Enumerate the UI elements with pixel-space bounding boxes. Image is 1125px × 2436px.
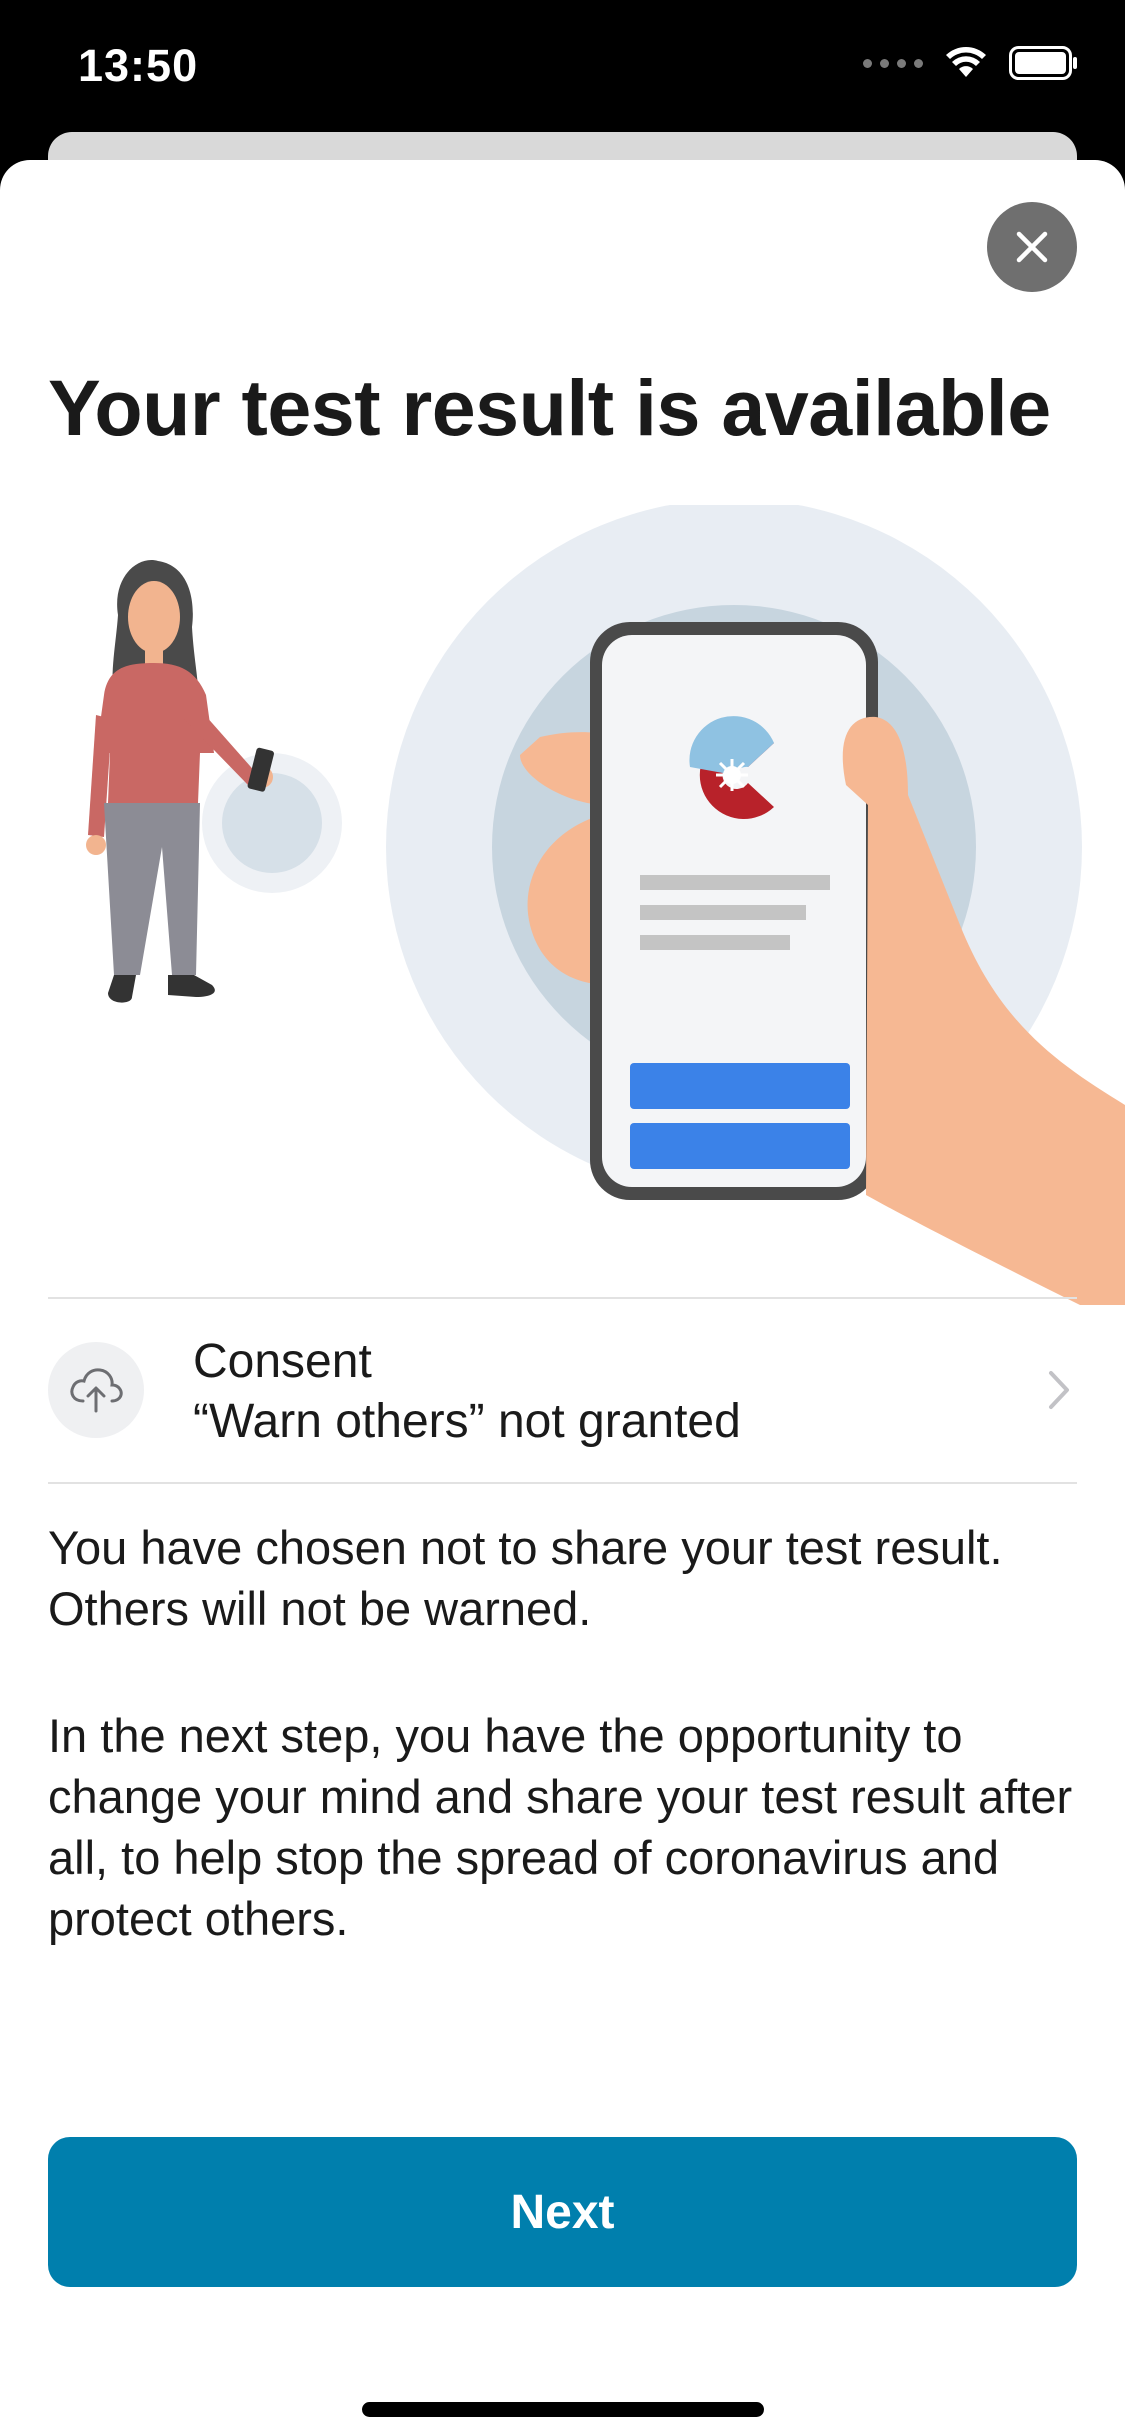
next-button[interactable]: Next <box>48 2137 1077 2287</box>
chevron-right-icon <box>1049 1371 1069 1409</box>
battery-icon <box>1009 46 1077 80</box>
consent-row[interactable]: Consent “Warn others” not granted <box>0 1300 1125 1480</box>
status-bar: 13:50 <box>0 0 1125 140</box>
consent-status: “Warn others” not granted <box>193 1395 741 1448</box>
consent-title: Consent <box>193 1335 372 1388</box>
divider-bottom <box>48 1482 1077 1484</box>
close-icon <box>1016 231 1048 263</box>
wifi-icon <box>946 47 986 77</box>
test-result-sheet: Your test result is available Consent “W… <box>0 160 1125 2436</box>
body-paragraph-1: You have chosen not to share your test r… <box>48 1521 1003 1635</box>
phone-illustration <box>590 622 878 1200</box>
body-paragraph-2: In the next step, you have the opportuni… <box>48 1709 1073 1945</box>
divider-top <box>48 1297 1077 1299</box>
share-result-illustration <box>86 505 1125 1305</box>
status-time: 13:50 <box>78 40 199 91</box>
status-icons <box>863 46 1079 80</box>
page-title: Your test result is available <box>48 363 1051 452</box>
cloud-upload-icon <box>70 1368 123 1413</box>
close-button[interactable] <box>987 202 1077 292</box>
signal-icon <box>863 58 923 68</box>
consent-icon-badge <box>48 1342 144 1438</box>
woman-figure <box>86 560 274 1003</box>
home-indicator <box>362 2402 764 2417</box>
